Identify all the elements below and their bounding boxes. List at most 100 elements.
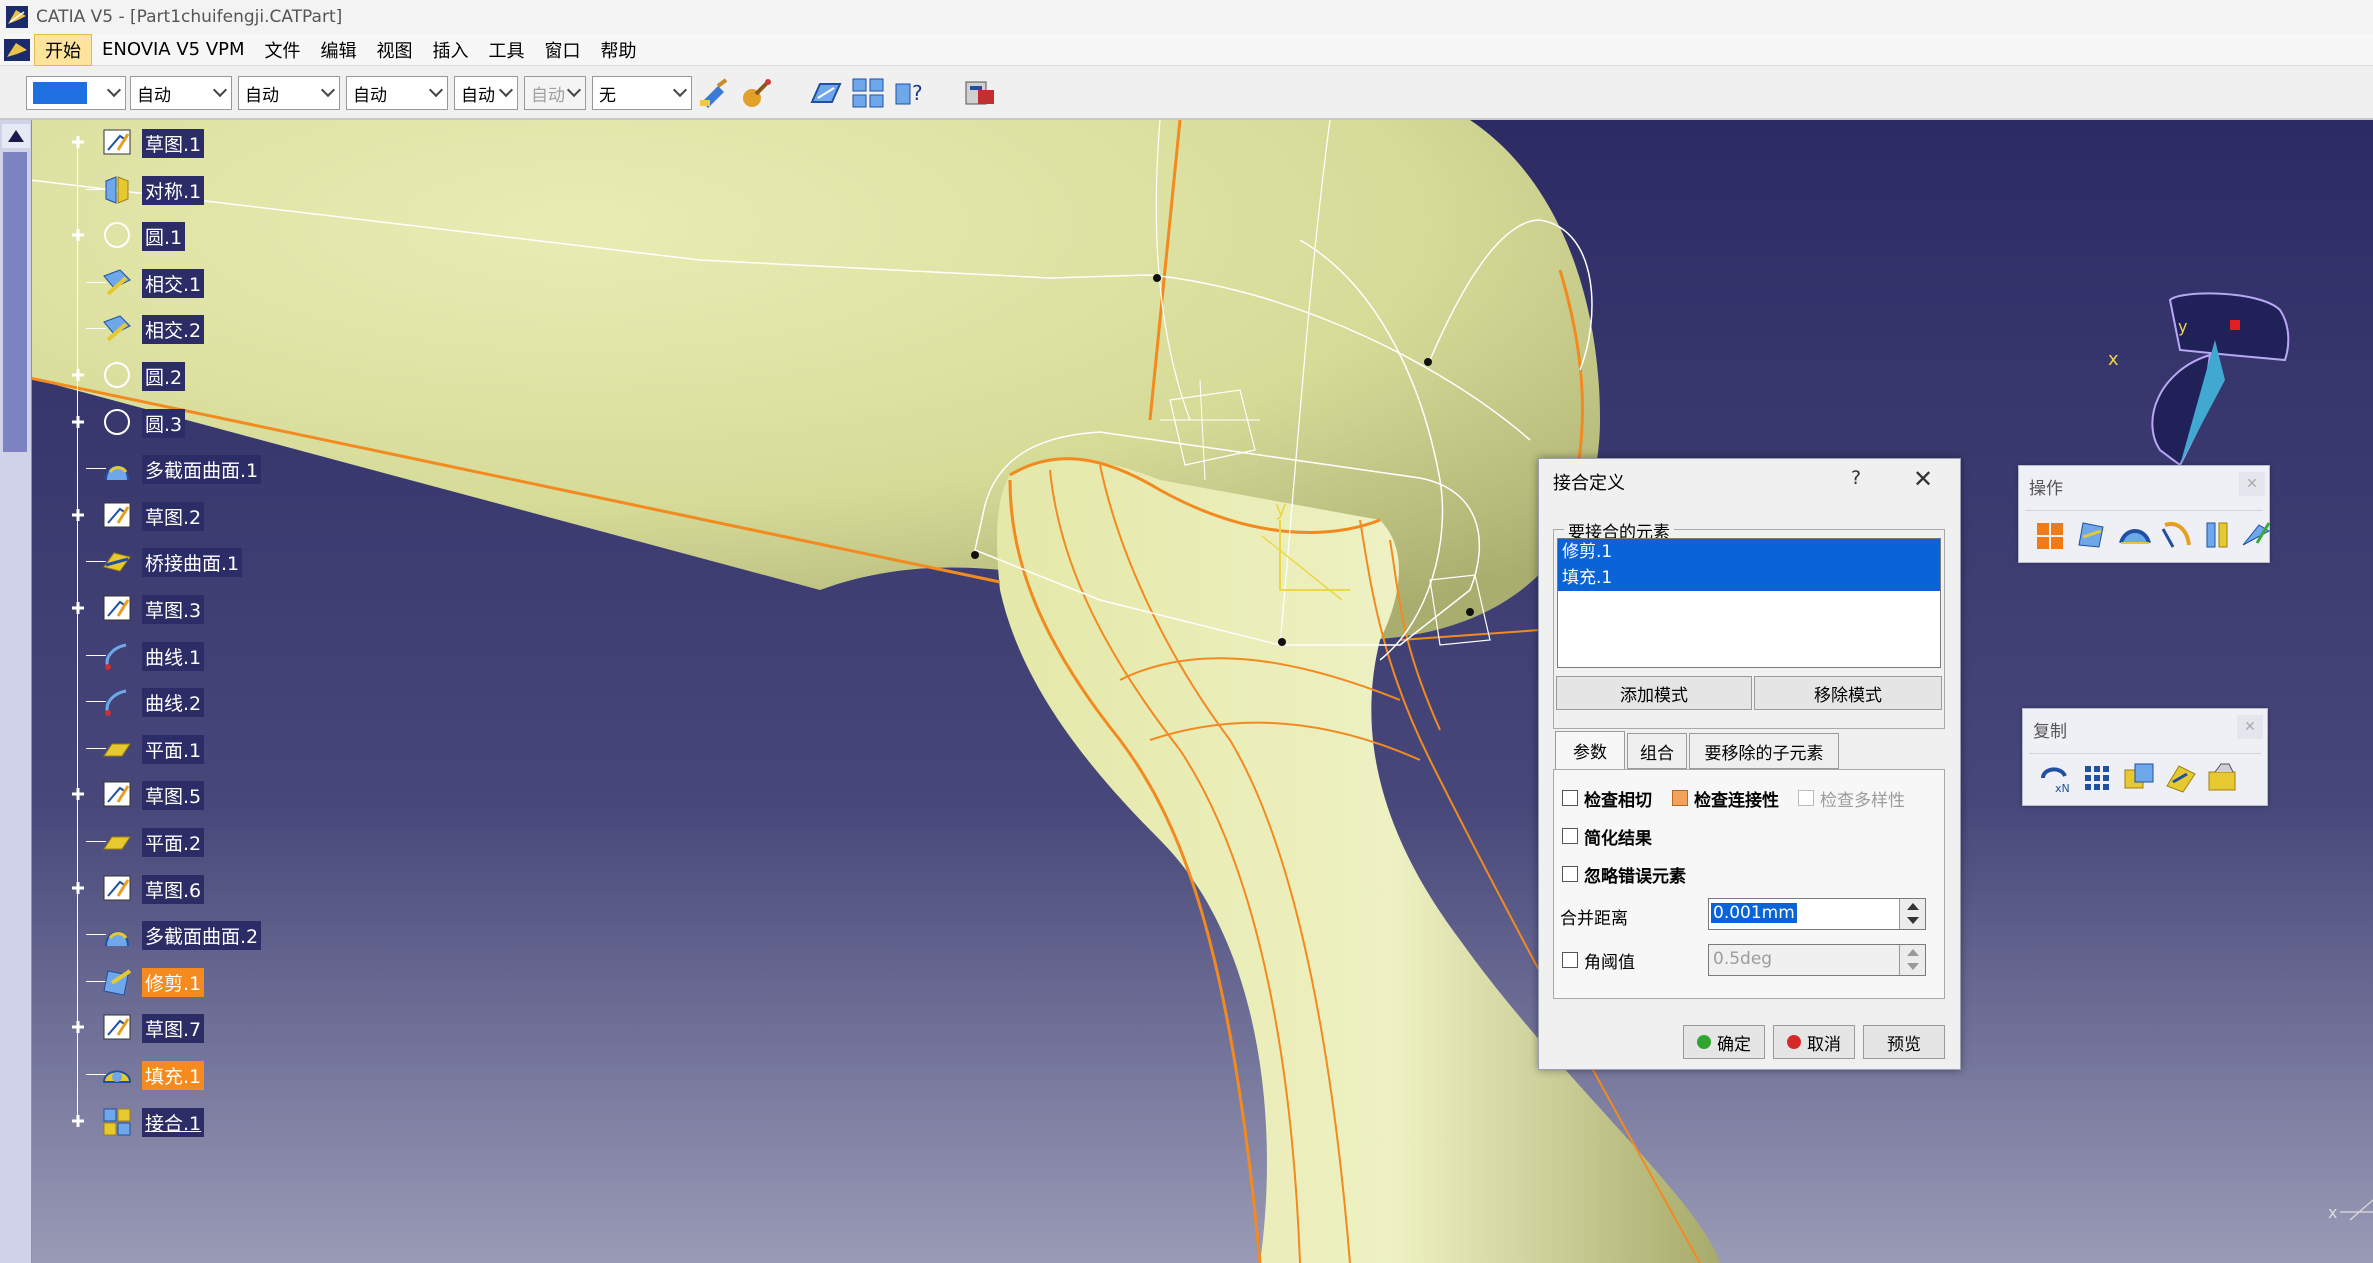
expand-plus-icon[interactable] <box>70 1019 86 1035</box>
blend-icon[interactable] <box>100 545 134 577</box>
tree-node-label[interactable]: 圆.1 <box>142 222 186 252</box>
add-mode-button[interactable]: 添加模式 <box>1556 676 1752 710</box>
multisection-icon[interactable] <box>100 918 134 950</box>
tree-node-label[interactable]: 草图.1 <box>142 129 205 158</box>
menu-view[interactable]: 视图 <box>367 35 423 65</box>
tree-node-label[interactable]: 多截面曲面.2 <box>142 921 262 951</box>
split-tool-icon[interactable] <box>2075 517 2111 551</box>
curve-icon[interactable] <box>100 685 134 717</box>
pattern-icon[interactable] <box>2079 760 2115 794</box>
tree-node-label[interactable]: 草图.5 <box>142 781 205 811</box>
whats-this-help-icon[interactable]: ? <box>892 76 928 110</box>
trim-icon[interactable] <box>100 965 134 997</box>
circle-icon[interactable] <box>100 219 134 251</box>
scroll-up-button[interactable] <box>2 124 30 148</box>
point-symbol-select[interactable]: 自动 <box>454 76 518 110</box>
intersect-icon[interactable] <box>100 266 134 298</box>
expand-plus-icon[interactable] <box>70 227 86 243</box>
catalog-browser-icon[interactable] <box>962 76 998 110</box>
join-icon[interactable] <box>100 1105 134 1137</box>
fill-icon[interactable] <box>100 1058 134 1090</box>
tree-node-label[interactable]: 桥接曲面.1 <box>142 548 243 578</box>
sketch-icon[interactable] <box>100 592 134 624</box>
join-tool-icon[interactable] <box>2033 517 2069 551</box>
remove-mode-button[interactable]: 移除模式 <box>1754 676 1942 710</box>
expand-plus-icon[interactable] <box>70 507 86 523</box>
properties-brush-icon[interactable] <box>738 76 774 110</box>
curve-icon[interactable] <box>100 639 134 671</box>
power-copy-icon[interactable] <box>2121 760 2157 794</box>
circle-icon[interactable] <box>100 406 134 438</box>
tree-node-label[interactable]: 相交.2 <box>142 315 205 345</box>
tab-subelements-to-remove[interactable]: 要移除的子元素 <box>1689 733 1839 769</box>
tree-node-label[interactable]: 平面.2 <box>142 828 205 857</box>
tree-node-label[interactable]: 曲线.1 <box>142 641 205 671</box>
menu-edit[interactable]: 编辑 <box>311 35 367 65</box>
menu-window[interactable]: 窗口 <box>535 35 591 65</box>
tree-node-label[interactable]: 修剪.1 <box>142 967 205 997</box>
transformation-tool-icon[interactable] <box>2239 517 2275 551</box>
tree-node-label[interactable]: 对称.1 <box>142 175 205 205</box>
extract-tool-icon[interactable] <box>2159 517 2195 551</box>
tree-node-label[interactable]: 多截面曲面.1 <box>142 455 262 485</box>
expand-plus-icon[interactable] <box>70 367 86 383</box>
catia-menu-icon[interactable] <box>4 38 30 61</box>
sketch-icon[interactable] <box>100 126 134 158</box>
instantiate-from-document-icon[interactable] <box>2205 760 2241 794</box>
expand-plus-icon[interactable] <box>70 134 86 150</box>
preview-button[interactable]: 预览 <box>1863 1025 1945 1059</box>
multisection-icon[interactable] <box>100 452 134 484</box>
plane-icon[interactable] <box>100 732 134 764</box>
menu-help[interactable]: 帮助 <box>591 35 647 65</box>
merge-distance-field[interactable]: 0.001mm <box>1708 898 1926 930</box>
color-select[interactable] <box>26 76 126 110</box>
scroll-thumb[interactable] <box>3 152 27 452</box>
3d-viewport[interactable]: y y x x <box>0 120 2373 1263</box>
tree-node-label[interactable]: 圆.2 <box>142 362 186 391</box>
close-icon[interactable]: ✕ <box>2237 715 2263 739</box>
menu-enovia[interactable]: ENOVIA V5 VPM <box>92 37 255 62</box>
layer-select[interactable]: 无 <box>592 76 692 110</box>
intersect-icon[interactable] <box>100 312 134 344</box>
list-item[interactable]: 修剪.1 <box>1558 539 1940 565</box>
tab-federation[interactable]: 组合 <box>1627 733 1687 769</box>
elements-list[interactable]: 修剪.1 填充.1 <box>1557 538 1941 668</box>
tab-parameters[interactable]: 参数 <box>1555 731 1625 769</box>
close-icon[interactable]: ✕ <box>2239 472 2265 496</box>
cancel-button[interactable]: 取消 <box>1773 1025 1855 1059</box>
menu-start[interactable]: 开始 <box>34 33 92 66</box>
close-icon[interactable]: ✕ <box>1913 465 1933 493</box>
sketch-icon[interactable] <box>100 778 134 810</box>
ok-button[interactable]: 确定 <box>1683 1025 1765 1059</box>
ignore-erroneous-checkbox[interactable] <box>1562 866 1578 882</box>
menu-file[interactable]: 文件 <box>255 35 311 65</box>
fillet-tool-icon[interactable] <box>2201 517 2237 551</box>
plane-icon[interactable] <box>100 825 134 857</box>
sketch-icon[interactable] <box>100 872 134 904</box>
check-connexity-checkbox[interactable] <box>1672 790 1688 806</box>
boundary-tool-icon[interactable] <box>2117 517 2153 551</box>
spinner-arrows[interactable] <box>1899 899 1925 929</box>
expand-plus-icon[interactable] <box>70 880 86 896</box>
menu-tools[interactable]: 工具 <box>479 35 535 65</box>
help-button[interactable]: ? <box>1851 467 1861 489</box>
sketch-icon[interactable] <box>100 499 134 531</box>
line-thickness-select[interactable]: 自动 <box>238 76 340 110</box>
painter-icon[interactable] <box>696 76 732 110</box>
tree-node-label[interactable]: 相交.1 <box>142 268 205 298</box>
object-repetition-icon[interactable]: xN <box>2037 760 2073 794</box>
check-tangency-checkbox[interactable] <box>1562 790 1578 806</box>
expand-plus-icon[interactable] <box>70 786 86 802</box>
save-in-catalog-icon[interactable] <box>2163 760 2199 794</box>
tree-node-label[interactable]: 草图.6 <box>142 874 205 904</box>
line-type-select[interactable]: 自动 <box>346 76 448 110</box>
multi-view-icon[interactable] <box>850 76 886 110</box>
tree-scrollbar[interactable] <box>0 120 32 1263</box>
tree-node-label[interactable]: 接合.1 <box>142 1107 205 1137</box>
simplify-result-checkbox[interactable] <box>1562 828 1578 844</box>
expand-plus-icon[interactable] <box>70 1113 86 1129</box>
tree-node-label[interactable]: 平面.1 <box>142 734 205 764</box>
tree-node-label[interactable]: 圆.3 <box>142 408 186 438</box>
expand-plus-icon[interactable] <box>70 600 86 616</box>
tree-node-label[interactable]: 草图.7 <box>142 1014 205 1044</box>
